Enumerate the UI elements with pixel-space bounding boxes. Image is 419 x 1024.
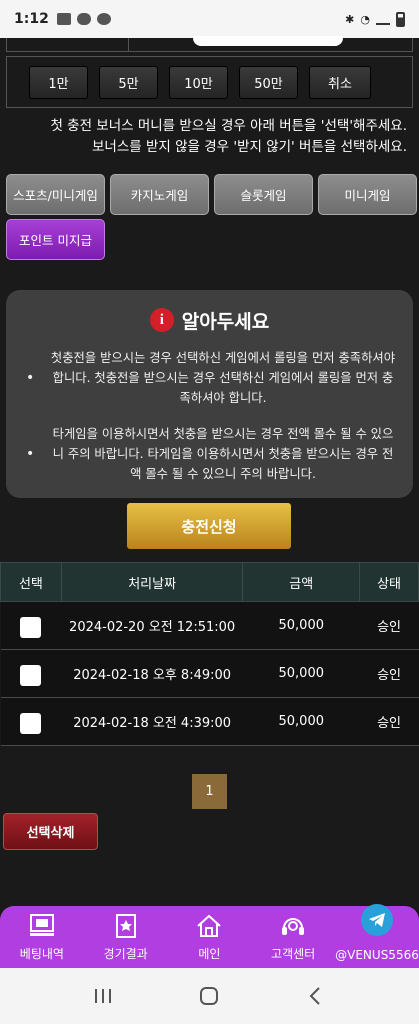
home-button-icon[interactable]: [189, 976, 229, 1016]
status-right: ✱ ◔: [345, 11, 405, 27]
row-select-cell: [0, 601, 62, 650]
amount-10k-button[interactable]: 1만: [29, 65, 88, 99]
row-status: 승인: [359, 601, 419, 650]
nav-label: @VENUS5566: [335, 948, 419, 962]
row-amount: 50,000: [242, 601, 360, 650]
game-select-group: 스포츠/미니게임 카지노게임 슬롯게임 미니게임: [6, 174, 417, 215]
col-select: 선택: [0, 562, 62, 602]
input-field-edge[interactable]: [193, 36, 343, 46]
wifi-icon: ◔: [360, 12, 370, 26]
chat-icon: [96, 13, 111, 25]
row-select-cell: [0, 649, 62, 698]
row-amount: 50,000: [242, 649, 360, 698]
charge-request-button[interactable]: 충전신청: [127, 503, 291, 549]
row-select-cell: [0, 697, 62, 746]
gallery-icon: [56, 13, 71, 25]
row-status: 승인: [359, 697, 419, 746]
notice-alert-box: i 알아두세요 • 첫충전을 받으시는 경우 선택하신 게임에서 롤링을 먼저 …: [6, 290, 413, 498]
game-casino-button[interactable]: 카지노게임: [110, 174, 209, 215]
battery-icon: [396, 11, 405, 27]
nav-telegram[interactable]: @VENUS5566: [335, 904, 419, 968]
game-mini-button[interactable]: 미니게임: [318, 174, 417, 215]
headset-icon: [278, 911, 308, 941]
nav-customer-center[interactable]: 고객센터: [251, 906, 335, 968]
status-bar: 1:12 ✱ ◔: [0, 0, 419, 38]
nav-match-results[interactable]: 경기결과: [84, 906, 168, 968]
alert-list: • 첫충전을 받으시는 경우 선택하신 게임에서 롤링을 먼저 충족하셔야 합니…: [26, 348, 398, 500]
row-amount: 50,000: [242, 697, 360, 746]
amount-500k-button[interactable]: 50만: [239, 65, 298, 99]
row-date: 2024-02-18 오전 4:39:00: [61, 697, 243, 746]
amount-cancel-button[interactable]: 취소: [309, 65, 371, 99]
betting-history-icon: [27, 911, 57, 941]
telegram-icon: [361, 904, 393, 936]
recent-apps-icon[interactable]: [83, 976, 123, 1016]
row-status: 승인: [359, 649, 419, 698]
delete-selected-button[interactable]: 선택삭제: [3, 813, 98, 850]
bonus-notice-line2: 보너스를 받지 않을 경우 '받지 않기' 버튼을 선택하세요.: [92, 139, 407, 155]
row-date: 2024-02-20 오전 12:51:00: [61, 601, 243, 650]
col-amount: 금액: [242, 562, 361, 602]
game-slot-button[interactable]: 슬롯게임: [214, 174, 313, 215]
system-nav-bar: [0, 968, 419, 1024]
table-header-row: 선택 처리날짜 금액 상태: [0, 562, 419, 602]
game-sports-mini-button[interactable]: 스포츠/미니게임: [6, 174, 105, 215]
alert-item: • 타게임을 이용하시면서 첫충을 받으시는 경우 전액 몰수 될 수 있으니 …: [26, 424, 398, 484]
amount-100k-button[interactable]: 10만: [169, 65, 228, 99]
nav-label: 경기결과: [103, 947, 148, 961]
charge-history-table: 선택 처리날짜 금액 상태 2024-02-20 오전 12:51:00 50,…: [0, 562, 419, 746]
nav-betting-history[interactable]: 베팅내역: [0, 906, 84, 968]
alert-item: • 첫충전을 받으시는 경우 선택하신 게임에서 롤링을 먼저 충족하셔야 합니…: [26, 348, 398, 408]
col-date: 처리날짜: [60, 562, 244, 602]
row-checkbox[interactable]: [20, 665, 42, 686]
status-time: 1:12: [14, 11, 49, 27]
talk-icon: [76, 13, 91, 25]
bluetooth-icon: ✱: [345, 12, 355, 26]
bullet-icon: •: [26, 370, 35, 386]
row-checkbox[interactable]: [20, 713, 42, 734]
row-date: 2024-02-18 오후 8:49:00: [61, 649, 243, 698]
nav-label: 베팅내역: [19, 947, 64, 961]
bonus-notice: 첫 충전 보너스 머니를 받으실 경우 아래 버튼을 '선택'해주세요. 보너스…: [0, 116, 419, 158]
alert-item-text: 첫충전을 받으시는 경우 선택하신 게임에서 롤링을 먼저 충족하셔야 합니다.…: [50, 351, 396, 405]
home-icon: [194, 911, 224, 941]
col-status: 상태: [359, 562, 419, 602]
alert-header: i 알아두세요: [6, 306, 413, 334]
bottom-nav: 베팅내역 경기결과 메인 고객센터 @VENUS5566: [0, 904, 419, 968]
form-divider: [128, 38, 129, 52]
alert-title: 알아두세요: [181, 310, 270, 333]
bullet-icon: •: [26, 446, 35, 462]
table-row: 2024-02-18 오후 8:49:00 50,000 승인: [0, 649, 419, 698]
back-icon[interactable]: [296, 976, 336, 1016]
amount-50k-button[interactable]: 5만: [99, 65, 158, 99]
info-icon: i: [149, 308, 174, 332]
top-form-box: [6, 36, 413, 52]
bonus-notice-line1: 첫 충전 보너스 머니를 받으실 경우 아래 버튼을 '선택'해주세요.: [50, 118, 407, 134]
nav-label: 고객센터: [271, 947, 316, 961]
row-checkbox[interactable]: [20, 617, 42, 638]
match-result-icon: [111, 911, 141, 941]
nav-label: 메인: [198, 947, 221, 961]
alert-item-text: 타게임을 이용하시면서 첫충을 받으시는 경우 전액 몰수 될 수 있으니 주의…: [52, 427, 394, 481]
page-button-current[interactable]: 1: [192, 774, 227, 809]
signal-icon: [376, 13, 390, 25]
table-row: 2024-02-20 오전 12:51:00 50,000 승인: [0, 601, 419, 650]
amount-button-group: 1만 5만 10만 50만 취소: [6, 56, 413, 108]
table-row: 2024-02-18 오전 4:39:00 50,000 승인: [0, 697, 419, 746]
nav-main[interactable]: 메인: [168, 906, 252, 968]
no-point-button[interactable]: 포인트 미지급: [6, 219, 105, 260]
